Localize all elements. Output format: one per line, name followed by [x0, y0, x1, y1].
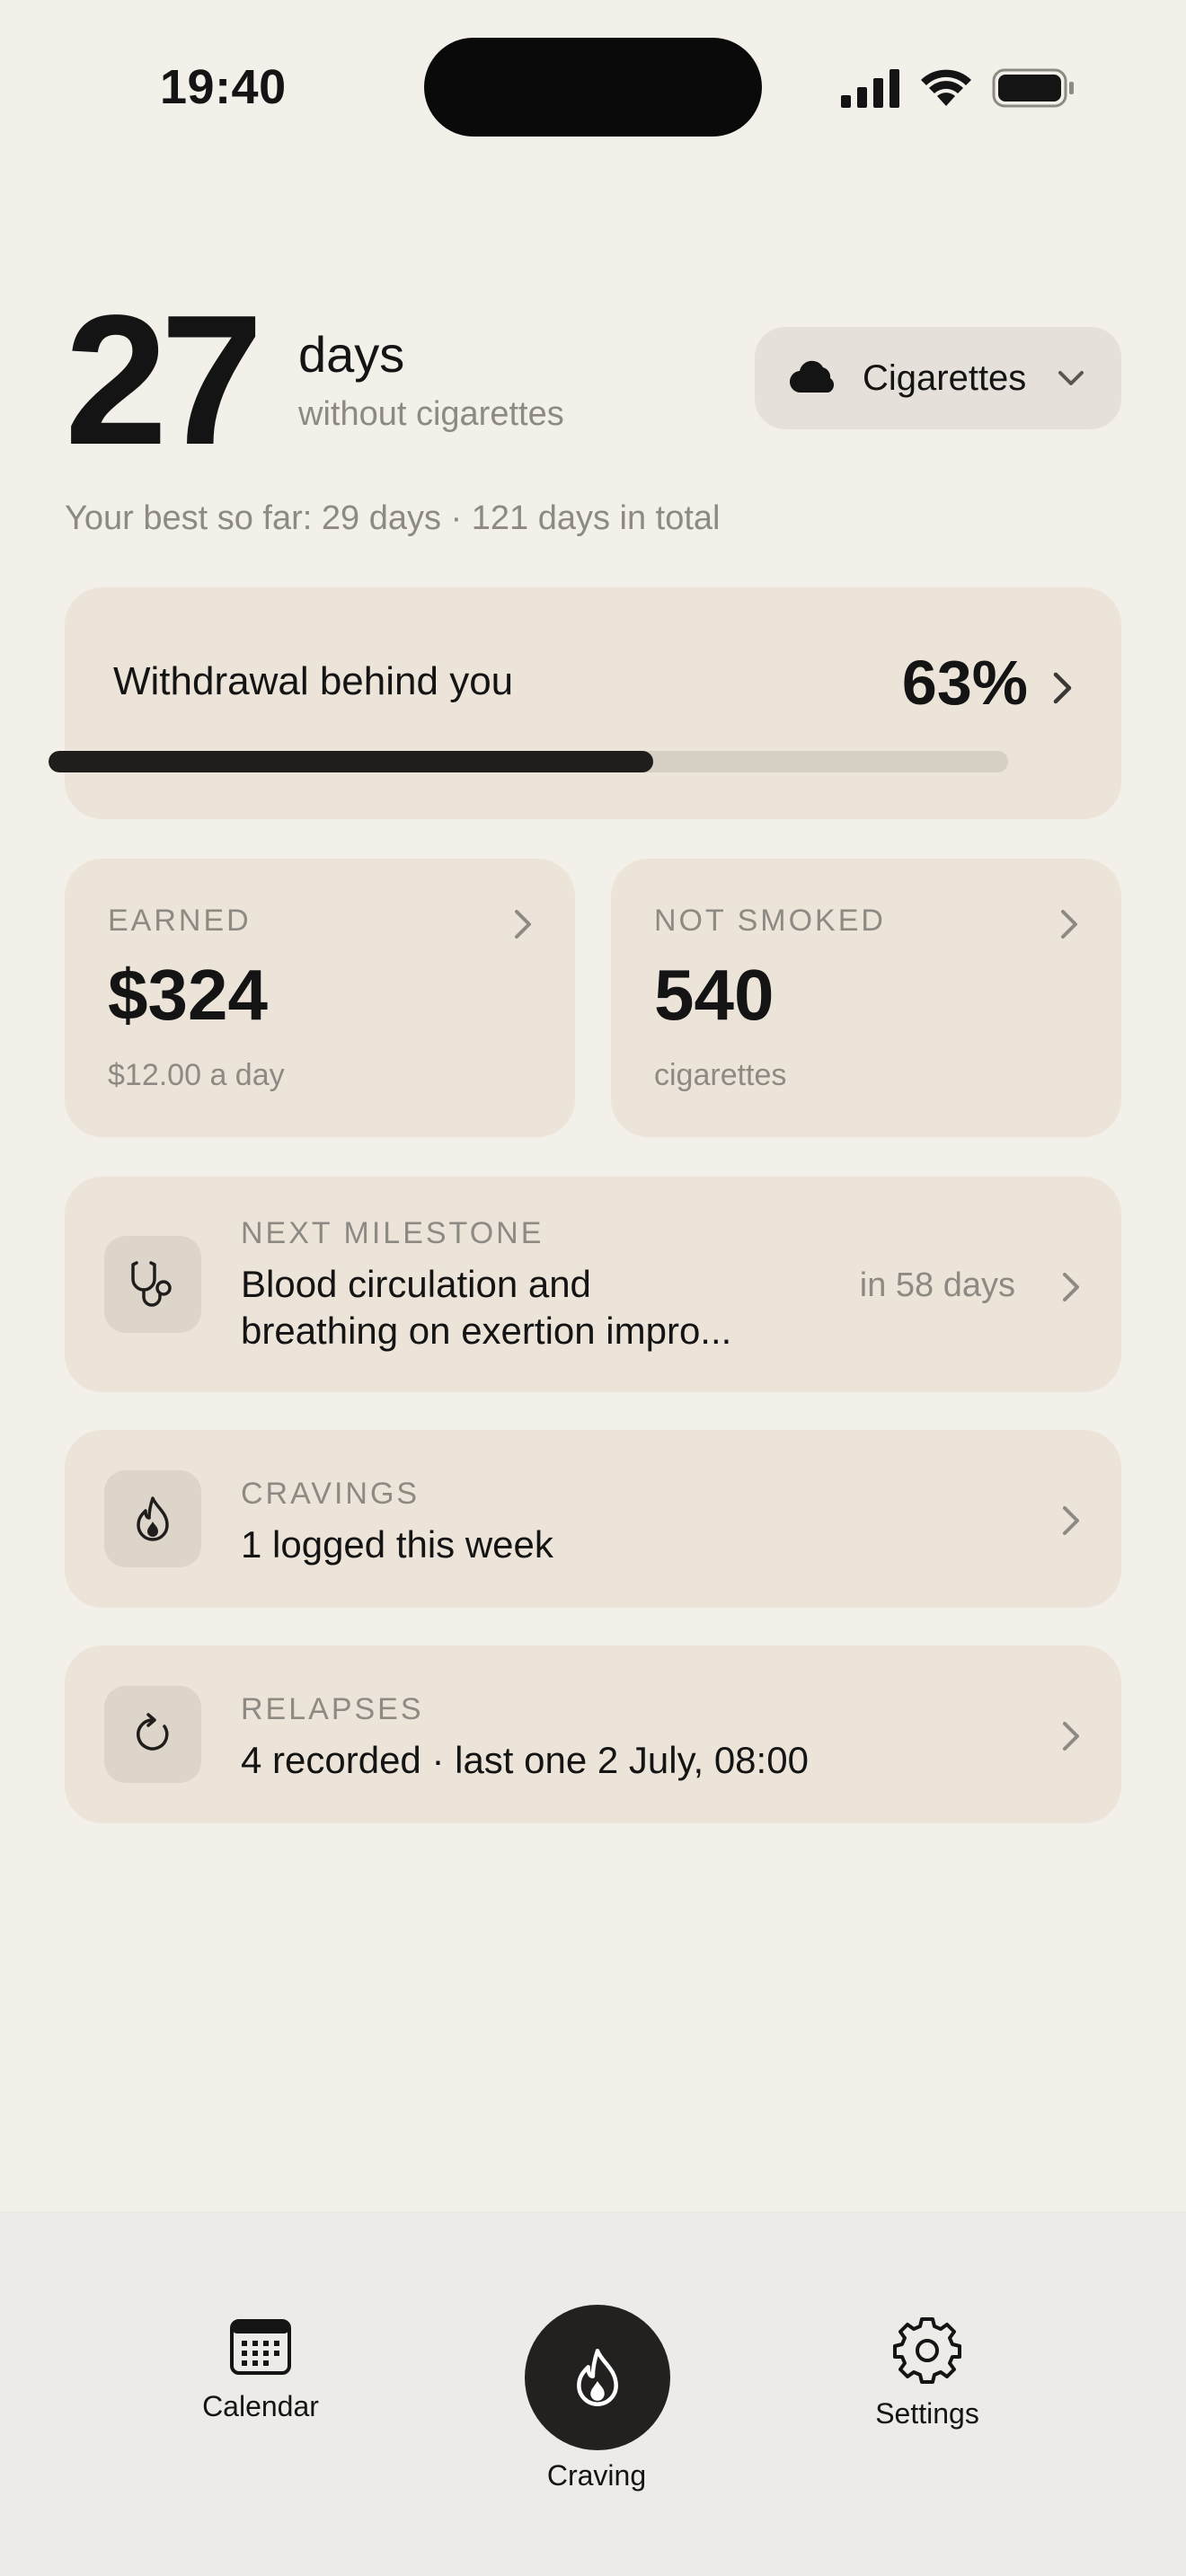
cravings-card[interactable]: CRAVINGS 1 logged this week [65, 1430, 1121, 1608]
screen: 19:40 27 days without cigarettes Cigaret… [0, 0, 1186, 2576]
gear-icon [893, 2317, 961, 2384]
cellular-signal-icon [841, 69, 899, 108]
milestone-eta: in 58 days [859, 1266, 1015, 1304]
relapses-caption: RELAPSES [241, 1692, 424, 1726]
cloud-icon [789, 360, 835, 393]
status-time: 19:40 [160, 60, 287, 114]
substance-label: Cigarettes [863, 357, 1027, 398]
dynamic-island [424, 38, 762, 137]
tab-calendar-label: Calendar [202, 2390, 319, 2422]
chevron-down-icon [1058, 371, 1084, 385]
not-smoked-card[interactable]: NOT SMOKED 540 cigarettes [611, 859, 1121, 1137]
best-streak-summary: Your best so far: 29 days · 121 days in … [65, 499, 721, 537]
calendar-icon [230, 2319, 291, 2375]
tab-settings-label: Settings [875, 2397, 979, 2430]
milestone-line-2: breathing on exertion impro... [241, 1310, 732, 1352]
chevron-right-icon [1061, 910, 1077, 939]
flame-icon [137, 1496, 169, 1541]
craving-button[interactable] [525, 2305, 670, 2450]
refresh-icon [137, 1713, 169, 1751]
withdrawal-progress-bar [49, 751, 1008, 772]
withdrawal-card[interactable]: Withdrawal behind you 63% [65, 587, 1121, 819]
days-count: 27 [65, 277, 263, 483]
milestone-caption: NEXT MILESTONE [241, 1216, 544, 1250]
tab-calendar[interactable]: Calendar [189, 2317, 332, 2423]
earned-value: $324 [108, 955, 268, 1035]
relapses-icon-box [104, 1686, 201, 1783]
milestone-line-1: Blood circulation and [241, 1263, 591, 1305]
chevron-right-icon [1063, 1506, 1079, 1535]
earned-rate: $12.00 a day [108, 1058, 285, 1092]
substance-selector-button[interactable]: Cigarettes [755, 327, 1121, 429]
chevron-right-icon [1063, 1273, 1079, 1301]
relapses-summary: 4 recorded · last one 2 July, 08:00 [241, 1739, 809, 1781]
earned-caption: EARNED [108, 904, 252, 938]
battery-icon [992, 68, 1074, 108]
earned-card[interactable]: EARNED $324 $12.00 a day [65, 859, 575, 1137]
next-milestone-card[interactable]: NEXT MILESTONE Blood circulation and bre… [65, 1177, 1121, 1392]
days-subtitle: without cigarettes [298, 395, 564, 433]
cravings-caption: CRAVINGS [241, 1477, 420, 1511]
tab-craving-label: Craving [546, 2459, 647, 2492]
wifi-icon [921, 69, 971, 106]
cravings-icon-box [104, 1470, 201, 1567]
tab-craving[interactable]: Craving [525, 2305, 670, 2492]
milestone-description: Blood circulation and breathing on exert… [241, 1261, 780, 1354]
not-smoked-value: 540 [654, 955, 774, 1035]
withdrawal-title: Withdrawal behind you [113, 659, 514, 703]
chevron-right-icon [1063, 1722, 1079, 1751]
chevron-right-icon [515, 910, 531, 939]
milestone-icon-box [104, 1236, 201, 1333]
relapses-card[interactable]: RELAPSES 4 recorded · last one 2 July, 0… [65, 1645, 1121, 1823]
days-unit: days [298, 326, 405, 383]
cravings-summary: 1 logged this week [241, 1523, 553, 1566]
chevron-right-icon [1053, 672, 1072, 704]
flame-icon [577, 2349, 618, 2406]
withdrawal-progress-fill [49, 751, 653, 772]
stethoscope-icon [131, 1261, 172, 1307]
not-smoked-unit: cigarettes [654, 1058, 787, 1092]
withdrawal-percent: 63% [901, 648, 1028, 718]
tab-settings[interactable]: Settings [855, 2316, 999, 2430]
not-smoked-caption: NOT SMOKED [654, 904, 886, 938]
